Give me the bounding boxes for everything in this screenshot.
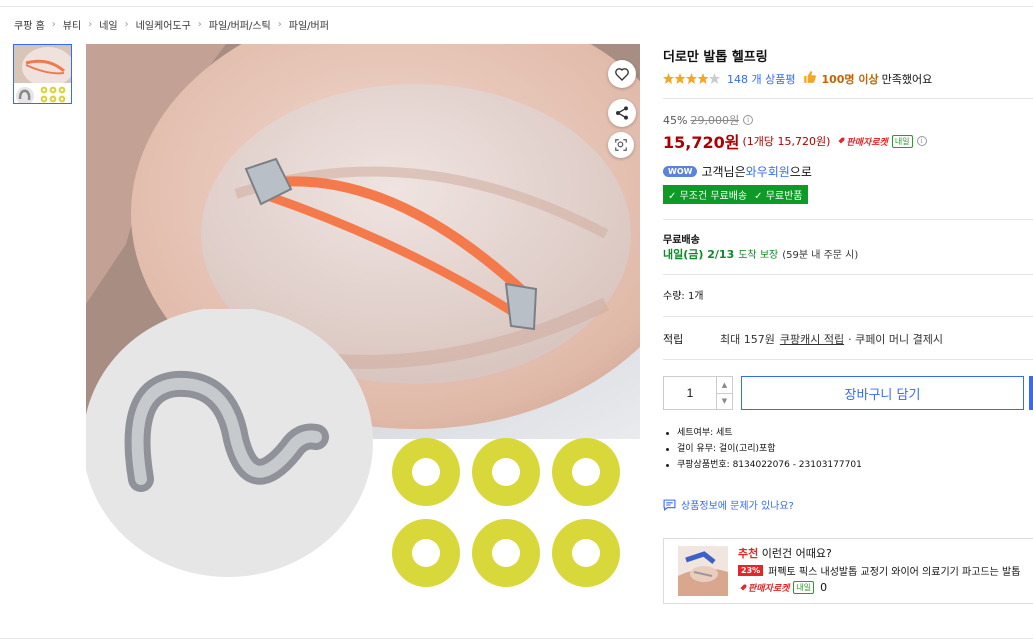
quantity-down-button[interactable]: ▼ bbox=[717, 392, 732, 410]
divider bbox=[663, 219, 1033, 220]
product-info-panel: 더로만 발톱 헬프링 148 개 상품평 100명 이상 만족했어요 45% 2… bbox=[663, 0, 1033, 644]
heart-icon bbox=[615, 68, 629, 81]
buy-now-button-edge[interactable] bbox=[1029, 376, 1033, 410]
divider bbox=[663, 98, 1033, 99]
product-title: 더로만 발톱 헬프링 bbox=[663, 50, 768, 65]
divider bbox=[663, 274, 1033, 275]
wow-text-suffix: 으로 bbox=[789, 165, 812, 179]
rocket-icon bbox=[838, 137, 845, 145]
original-price: 29,000원 bbox=[690, 114, 740, 127]
seller-rocket-badge: 판매자로켓 bbox=[836, 135, 888, 148]
wow-text-prefix: 고객님은 bbox=[701, 165, 746, 179]
seller-rocket-label: 판매자로켓 bbox=[748, 584, 790, 594]
seller-rocket-badge: 판매자로켓 bbox=[738, 581, 789, 594]
divider bbox=[663, 359, 1033, 360]
recommendation-title: 추천 이런건 어때요? bbox=[738, 545, 832, 561]
share-button[interactable] bbox=[608, 99, 636, 127]
spec-item: 세트여부: 세트 bbox=[663, 425, 862, 441]
reward-row: 적립 최대 157원 쿠팡캐시 적립 · 쿠페이 머니 결제시 bbox=[663, 331, 943, 347]
chevron-right-icon: › bbox=[124, 19, 129, 30]
review-count-link[interactable]: 148 개 상품평 bbox=[727, 71, 795, 87]
breadcrumb-item-nail-tools[interactable]: 네일케어도구 bbox=[136, 17, 191, 32]
recommendation-product-name[interactable]: 퍼펙토 픽스 내성발톱 교정기 와이어 의료기기 파고드는 발톱 bbox=[768, 563, 1033, 578]
spec-item: 걸이 유무: 걸이(고리)포함 bbox=[663, 441, 862, 457]
divider bbox=[663, 316, 1033, 317]
price-main-row: 15,720원 (1개당 15,720원) 판매자로켓 내일 i bbox=[663, 129, 927, 153]
breadcrumb-item-nail[interactable]: 네일 bbox=[99, 17, 117, 32]
coupang-cash-link[interactable]: 쿠팡캐시 적립 bbox=[780, 331, 844, 347]
free-return-tag: ✓ 무료반품 bbox=[754, 191, 803, 202]
report-message-icon bbox=[663, 499, 676, 511]
satisfaction-count: 100명 이상 bbox=[821, 72, 879, 86]
wishlist-heart-button[interactable] bbox=[608, 60, 636, 88]
quantity-label: 수량: 1개 bbox=[663, 291, 704, 302]
recommendation-title-text: 이런건 어때요? bbox=[758, 547, 832, 560]
delivery-guarantee: 도착 보장 bbox=[738, 250, 779, 261]
rating-row: 148 개 상품평 100명 이상 만족했어요 bbox=[663, 70, 932, 87]
chevron-right-icon: › bbox=[277, 19, 282, 30]
star-rating[interactable] bbox=[663, 73, 721, 84]
image-search-button[interactable] bbox=[608, 132, 634, 158]
product-specs: 세트여부: 세트 걸이 유무: 걸이(고리)포함 쿠팡상품번호: 8134022… bbox=[663, 425, 862, 473]
chevron-right-icon: › bbox=[51, 19, 56, 30]
report-issue-text: 상품정보에 문제가 있나요? bbox=[681, 501, 794, 512]
quantity-arrows: ▲ ▼ bbox=[716, 377, 732, 409]
breadcrumb-item-file-buffer-stick[interactable]: 파일/버퍼/스틱 bbox=[209, 17, 271, 32]
unit-price: (1개당 15,720원) bbox=[742, 135, 831, 148]
price-discount-row: 45% 29,000원 i bbox=[663, 112, 754, 128]
wow-badge: WOW bbox=[663, 166, 698, 177]
chevron-right-icon: › bbox=[88, 19, 93, 30]
bottom-divider bbox=[0, 638, 1033, 639]
satisfaction-text: 만족했어요 bbox=[881, 72, 933, 86]
quantity-input[interactable] bbox=[664, 377, 716, 409]
info-icon[interactable]: i bbox=[743, 115, 754, 125]
product-thumbnail[interactable] bbox=[13, 44, 72, 104]
quantity-stepper: ▲ ▼ bbox=[663, 376, 733, 410]
accessory-illustration bbox=[86, 309, 620, 587]
recommendation-discount-badge: 23% bbox=[738, 565, 764, 576]
recommendation-title-highlight: 추천 bbox=[738, 547, 759, 560]
thumbs-up-icon bbox=[803, 70, 817, 87]
share-icon bbox=[616, 106, 628, 120]
reward-amount: 최대 157원 bbox=[720, 333, 775, 346]
rocket-icon bbox=[739, 584, 747, 591]
tomorrow-tag: 내일 bbox=[891, 134, 913, 148]
shipping-label: 무료배송 bbox=[663, 235, 700, 246]
wow-member-row: WOW 고객님은 와우회원 으로 bbox=[663, 163, 812, 180]
recommendation-review-count: 0 bbox=[820, 581, 828, 594]
discount-rate: 45% bbox=[663, 113, 688, 127]
chevron-right-icon: › bbox=[197, 19, 202, 30]
delivery-date: 내일(금) 2/13 bbox=[663, 248, 735, 261]
breadcrumb-item-beauty[interactable]: 뷰티 bbox=[63, 17, 81, 32]
breadcrumb-item-home[interactable]: 쿠팡 홈 bbox=[14, 17, 45, 32]
recommendation-card[interactable]: 추천 이런건 어때요? 23% 퍼펙토 픽스 내성발톱 교정기 와이어 의료기기… bbox=[663, 538, 1033, 604]
quantity-up-button[interactable]: ▲ bbox=[717, 377, 732, 393]
report-issue-link[interactable]: 상품정보에 문제가 있나요? bbox=[663, 497, 794, 512]
reward-condition: · 쿠페이 머니 결제시 bbox=[848, 333, 944, 346]
breadcrumb-item-file-buffer[interactable]: 파일/버퍼 bbox=[289, 17, 329, 32]
delivery-note: (59분 내 주문 시) bbox=[782, 250, 859, 261]
recommendation-item: 23% 퍼펙토 픽스 내성발톱 교정기 와이어 의료기기 파고드는 발톱 bbox=[738, 563, 1033, 578]
info-icon[interactable]: i bbox=[916, 136, 927, 146]
thumbnail-image bbox=[14, 45, 71, 103]
recommendation-image bbox=[678, 546, 728, 596]
product-main-image bbox=[86, 44, 640, 604]
sale-price: 15,720원 bbox=[663, 133, 740, 152]
breadcrumb: 쿠팡 홈 › 뷰티 › 네일 › 네일케어도구 › 파일/버퍼/스틱 › 파일/… bbox=[14, 17, 329, 32]
free-shipping-tag: ✓ 무조건 무료배송 bbox=[668, 191, 748, 202]
spec-item: 쿠팡상품번호: 8134022076 - 23103177701 bbox=[663, 457, 862, 473]
reward-label: 적립 bbox=[663, 333, 684, 346]
delivery-row: 내일(금) 2/13 도착 보장 (59분 내 주문 시) bbox=[663, 246, 858, 262]
wow-member-link[interactable]: 와우회원 bbox=[746, 163, 790, 180]
tomorrow-tag: 내일 bbox=[793, 581, 815, 594]
add-to-cart-button[interactable]: 장바구니 담기 bbox=[741, 376, 1024, 410]
benefit-tags: ✓ 무조건 무료배송 ✓ 무료반품 bbox=[663, 185, 808, 204]
stars-icon bbox=[663, 73, 720, 84]
recommendation-meta: 판매자로켓 내일 0 bbox=[738, 581, 827, 594]
seller-rocket-label: 판매자로켓 bbox=[846, 137, 888, 148]
scan-icon bbox=[615, 139, 627, 151]
